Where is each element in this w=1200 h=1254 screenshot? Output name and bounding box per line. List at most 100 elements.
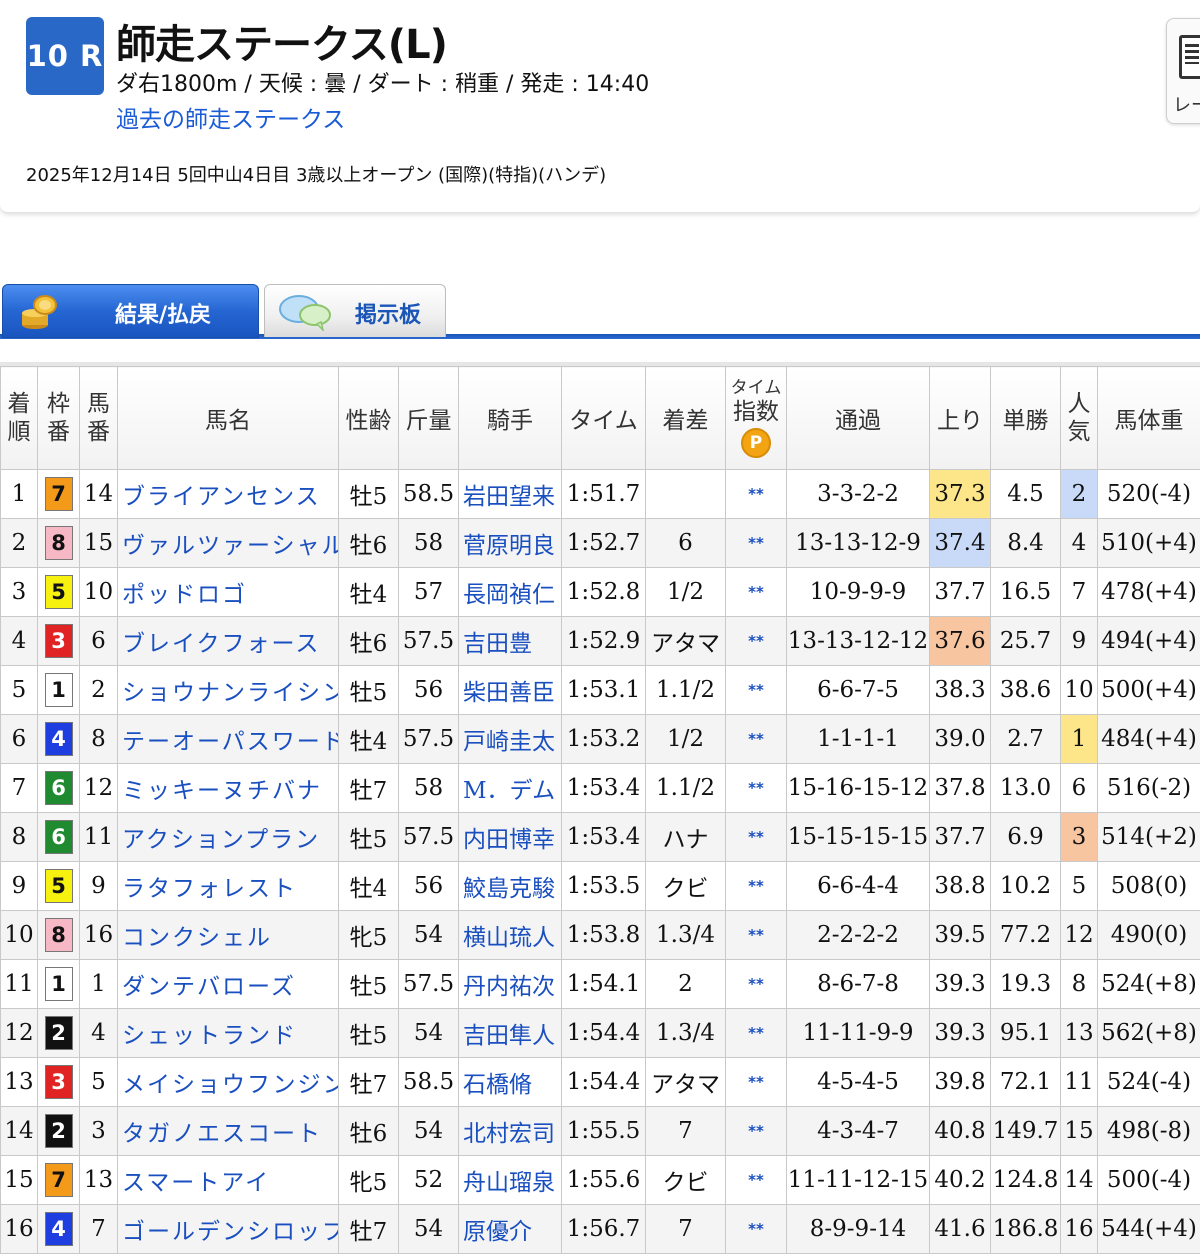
jockey-link[interactable]: 丹内祐次 bbox=[459, 960, 562, 1009]
header-time: タイム bbox=[562, 367, 646, 470]
rank-cell: 16 bbox=[1, 1205, 38, 1254]
waku-cell: 4 bbox=[38, 1205, 80, 1254]
premium-p-icon[interactable]: P bbox=[741, 428, 771, 458]
jockey-link[interactable]: 鮫島克駿 bbox=[459, 862, 562, 911]
horse-name-link[interactable]: ブライアンセンス bbox=[118, 470, 339, 519]
last3f-cell: 37.7 bbox=[930, 568, 991, 617]
horse-name-link[interactable]: アクションプラン bbox=[118, 813, 339, 862]
waku-cell: 1 bbox=[38, 960, 80, 1009]
time-index-cell[interactable]: ** bbox=[726, 666, 787, 715]
horse-name-link[interactable]: タガノエスコート bbox=[118, 1107, 339, 1156]
jockey-link[interactable]: 横山琉人 bbox=[459, 911, 562, 960]
waku-badge: 6 bbox=[45, 820, 73, 854]
jockey-link[interactable]: 長岡禎仁 bbox=[459, 568, 562, 617]
table-row: 1335メイショウフンジン牡758.5石橋脩1:54.4アタマ**4-5-4-5… bbox=[1, 1058, 1200, 1107]
waku-badge: 8 bbox=[45, 918, 73, 952]
body-weight-cell: 514(+2) bbox=[1098, 813, 1200, 862]
horse-name-link[interactable]: ブレイクフォース bbox=[118, 617, 339, 666]
sex-age-cell: 牡4 bbox=[339, 568, 399, 617]
time-index-cell[interactable]: ** bbox=[726, 764, 787, 813]
jockey-link[interactable]: 原優介 bbox=[459, 1205, 562, 1254]
win-odds-cell: 6.9 bbox=[991, 813, 1061, 862]
jockey-link[interactable]: 岩田望来 bbox=[459, 470, 562, 519]
jockey-link[interactable]: 北村宏司 bbox=[459, 1107, 562, 1156]
tab-bulletin-board[interactable]: 掲示板 bbox=[264, 284, 446, 337]
sex-age-cell: 牡6 bbox=[339, 617, 399, 666]
last3f-cell: 37.6 bbox=[930, 617, 991, 666]
time-index-cell[interactable]: ** bbox=[726, 1107, 787, 1156]
table-row: 648テーオーパスワード牡457.5戸崎圭太1:53.21/2**1-1-1-1… bbox=[1, 715, 1200, 764]
time-index-cell[interactable]: ** bbox=[726, 1205, 787, 1254]
weight-cell: 54 bbox=[399, 1009, 459, 1058]
rank-cell: 2 bbox=[1, 519, 38, 568]
time-index-cell[interactable]: ** bbox=[726, 470, 787, 519]
rank-cell: 10 bbox=[1, 911, 38, 960]
time-cell: 1:54.1 bbox=[562, 960, 646, 1009]
horse-name-link[interactable]: テーオーパスワード bbox=[118, 715, 339, 764]
horse-name-link[interactable]: シェットランド bbox=[118, 1009, 339, 1058]
time-index-cell[interactable]: ** bbox=[726, 960, 787, 1009]
jockey-link[interactable]: 菅原明良 bbox=[459, 519, 562, 568]
jockey-link[interactable]: 吉田隼人 bbox=[459, 1009, 562, 1058]
body-weight-cell: 524(-4) bbox=[1098, 1058, 1200, 1107]
time-index-cell[interactable]: ** bbox=[726, 813, 787, 862]
jockey-link[interactable]: 吉田豊 bbox=[459, 617, 562, 666]
time-index-cell[interactable]: ** bbox=[726, 1009, 787, 1058]
horse-name-link[interactable]: メイショウフンジン bbox=[118, 1058, 339, 1107]
rank-cell: 7 bbox=[1, 764, 38, 813]
sex-age-cell: 牡7 bbox=[339, 764, 399, 813]
time-index-cell[interactable]: ** bbox=[726, 911, 787, 960]
passing-cell: 13-13-12-9 bbox=[787, 519, 930, 568]
popularity-cell: 6 bbox=[1061, 764, 1098, 813]
jockey-link[interactable]: 戸崎圭太 bbox=[459, 715, 562, 764]
header-body-weight: 馬体重 bbox=[1098, 367, 1200, 470]
time-index-cell[interactable]: ** bbox=[726, 1058, 787, 1107]
side-race-widget[interactable]: レー bbox=[1166, 18, 1200, 124]
sex-age-cell: 牡7 bbox=[339, 1058, 399, 1107]
last3f-cell: 39.3 bbox=[930, 1009, 991, 1058]
horse-name-link[interactable]: ショウナンライシン bbox=[118, 666, 339, 715]
time-index-cell[interactable]: ** bbox=[726, 715, 787, 764]
last3f-cell: 37.8 bbox=[930, 764, 991, 813]
header-horse-name[interactable]: 馬名 bbox=[118, 367, 339, 470]
jockey-link[interactable]: 内田博幸 bbox=[459, 813, 562, 862]
time-index-cell[interactable]: ** bbox=[726, 617, 787, 666]
popularity-cell: 9 bbox=[1061, 617, 1098, 666]
header-weight: 斤量 bbox=[399, 367, 459, 470]
weight-cell: 57.5 bbox=[399, 617, 459, 666]
passing-cell: 8-6-7-8 bbox=[787, 960, 930, 1009]
umaban-cell: 12 bbox=[80, 764, 118, 813]
horse-name-link[interactable]: ミッキーヌチバナ bbox=[118, 764, 339, 813]
past-races-link[interactable]: 過去の師走ステークス bbox=[116, 100, 345, 134]
jockey-link[interactable]: M．デム bbox=[459, 764, 562, 813]
umaban-cell: 13 bbox=[80, 1156, 118, 1205]
waku-badge: 4 bbox=[45, 1212, 73, 1246]
horse-name-link[interactable]: ヴァルツァーシャル bbox=[118, 519, 339, 568]
time-index-cell[interactable]: ** bbox=[726, 568, 787, 617]
horse-name-link[interactable]: ダンテバローズ bbox=[118, 960, 339, 1009]
weight-cell: 58.5 bbox=[399, 470, 459, 519]
jockey-link[interactable]: 柴田善臣 bbox=[459, 666, 562, 715]
waku-cell: 8 bbox=[38, 911, 80, 960]
body-weight-cell: 484(+4) bbox=[1098, 715, 1200, 764]
horse-name-link[interactable]: ポッドロゴ bbox=[118, 568, 339, 617]
popularity-cell: 4 bbox=[1061, 519, 1098, 568]
time-index-cell[interactable]: ** bbox=[726, 519, 787, 568]
umaban-cell: 16 bbox=[80, 911, 118, 960]
win-odds-cell: 124.8 bbox=[991, 1156, 1061, 1205]
weight-cell: 52 bbox=[399, 1156, 459, 1205]
jockey-link[interactable]: 舟山瑠泉 bbox=[459, 1156, 562, 1205]
rank-cell: 8 bbox=[1, 813, 38, 862]
margin-cell: 1.3/4 bbox=[646, 911, 726, 960]
horse-name-link[interactable]: コンクシェル bbox=[118, 911, 339, 960]
jockey-link[interactable]: 石橋脩 bbox=[459, 1058, 562, 1107]
time-index-cell[interactable]: ** bbox=[726, 862, 787, 911]
horse-name-link[interactable]: ゴールデンシロップ bbox=[118, 1205, 339, 1254]
win-odds-cell: 186.8 bbox=[991, 1205, 1061, 1254]
waku-cell: 2 bbox=[38, 1107, 80, 1156]
header-jockey: 騎手 bbox=[459, 367, 562, 470]
horse-name-link[interactable]: スマートアイ bbox=[118, 1156, 339, 1205]
horse-name-link[interactable]: ラタフォレスト bbox=[118, 862, 339, 911]
time-index-cell[interactable]: ** bbox=[726, 1156, 787, 1205]
tab-results-payout[interactable]: 結果/払戻 bbox=[2, 284, 259, 338]
